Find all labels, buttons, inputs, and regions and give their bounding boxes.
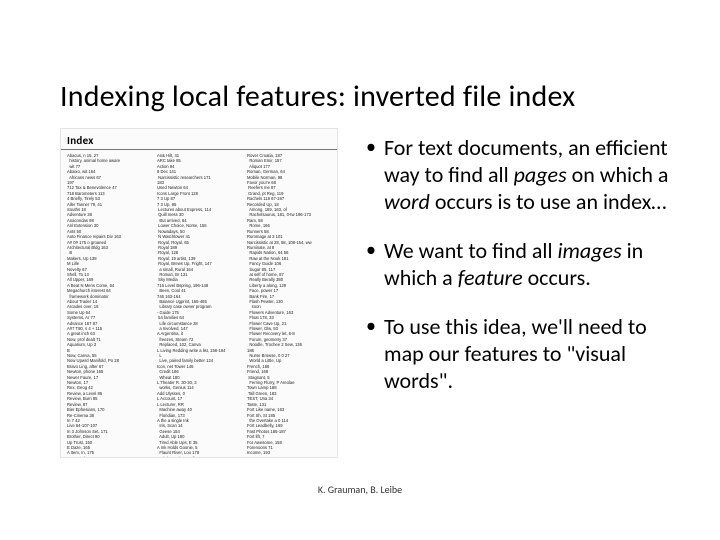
- bullet-em-text: word: [384, 188, 430, 215]
- bullet-item-0: For text documents, an efficient way to …: [366, 134, 680, 215]
- bullet-item-1: We want to find all images in which a fe…: [366, 237, 680, 291]
- index-figure: Index Abacus, n 15, 27 history, animal h…: [60, 128, 338, 458]
- index-figure-heading: Index: [61, 129, 337, 150]
- bullet-text: on which a: [567, 161, 669, 188]
- index-columns: Abacus, n 15, 27 history, animal home aw…: [61, 150, 337, 458]
- bullet-text: To use this idea, we'll need to map our …: [384, 313, 647, 394]
- content-area: Index Abacus, n 15, 27 history, animal h…: [60, 128, 680, 480]
- slide: Indexing local features: inverted file i…: [0, 0, 720, 540]
- bullet-list: For text documents, an efficient way to …: [338, 128, 680, 480]
- index-col-2: An& Hilt, 41 ARC take 85 Action 94 9 Dec…: [157, 153, 243, 458]
- credit-line: K. Grauman, B. Leibe: [0, 483, 720, 496]
- bullet-em-text: feature: [458, 264, 523, 291]
- bullet-em-text: pages: [514, 161, 567, 188]
- slide-title: Indexing local features: inverted file i…: [60, 78, 680, 115]
- bullet-text: We want to find all: [384, 237, 557, 264]
- bullet-text: occurs is to use an index…: [430, 188, 667, 215]
- bullet-em-text: images: [557, 237, 621, 264]
- bullet-text: occurs.: [523, 264, 591, 291]
- bullet-item-2: To use this idea, we'll need to map our …: [366, 313, 680, 394]
- index-col-1: Abacus, n 15, 27 history, animal home aw…: [67, 153, 153, 458]
- index-col-3: Rover Croatia, 187 Roman Emir, 157 Aliqu…: [247, 153, 333, 458]
